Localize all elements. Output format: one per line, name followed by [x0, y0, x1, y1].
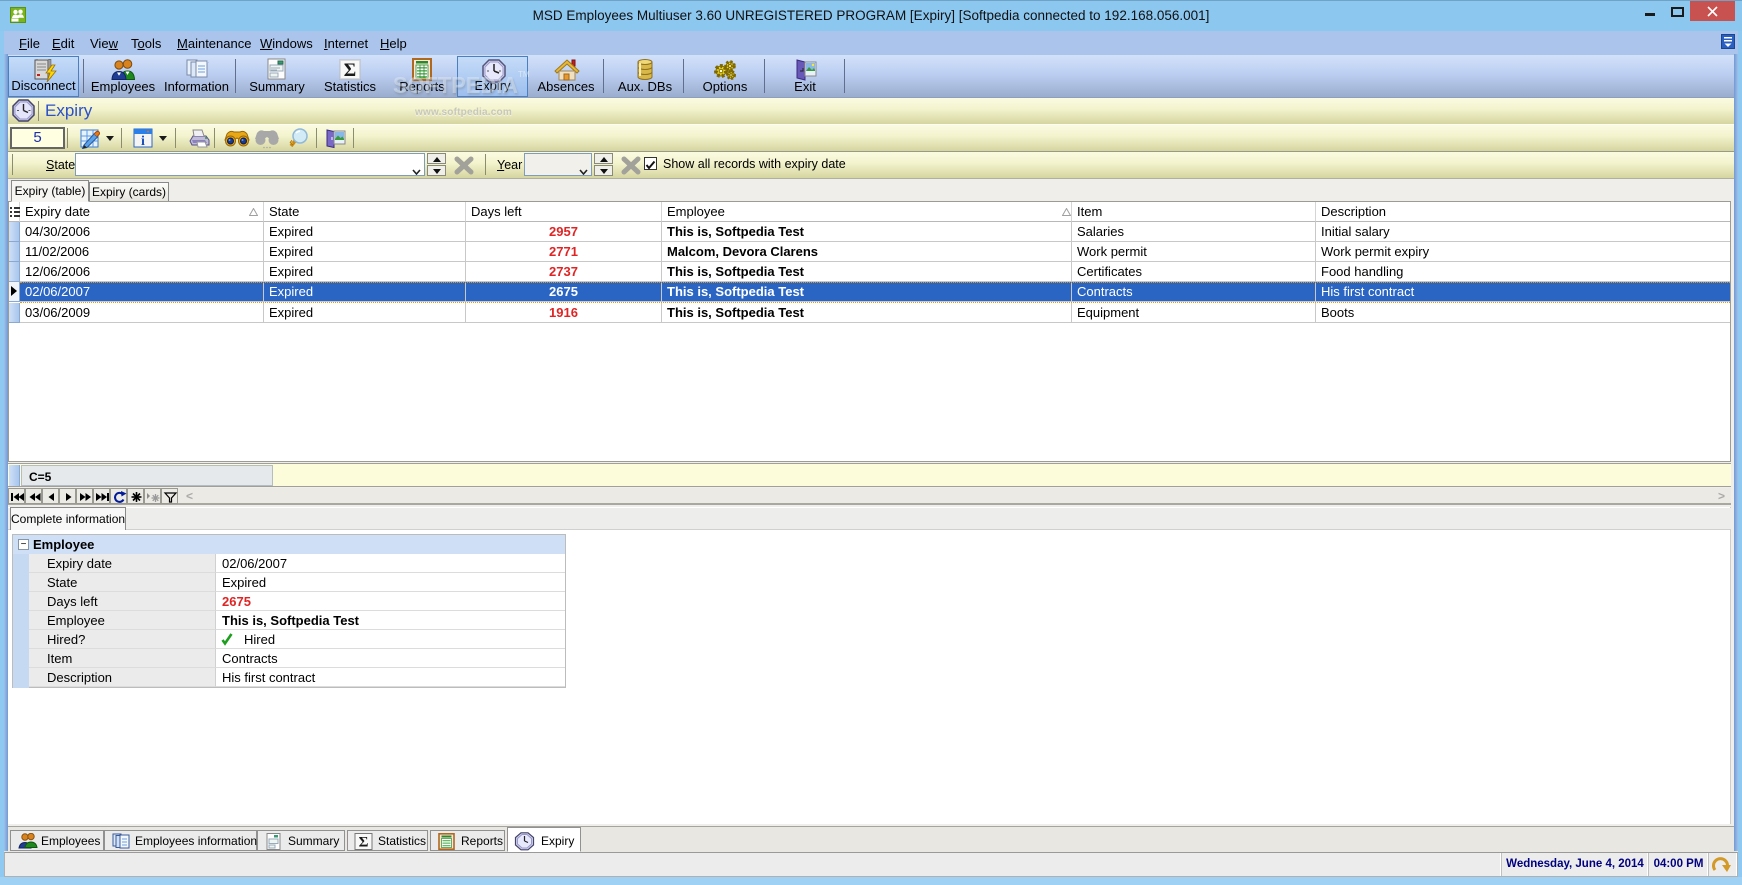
- svg-text:i: i: [141, 134, 145, 149]
- svg-text:Σ: Σ: [359, 835, 369, 851]
- svg-text:Σ: Σ: [344, 60, 356, 81]
